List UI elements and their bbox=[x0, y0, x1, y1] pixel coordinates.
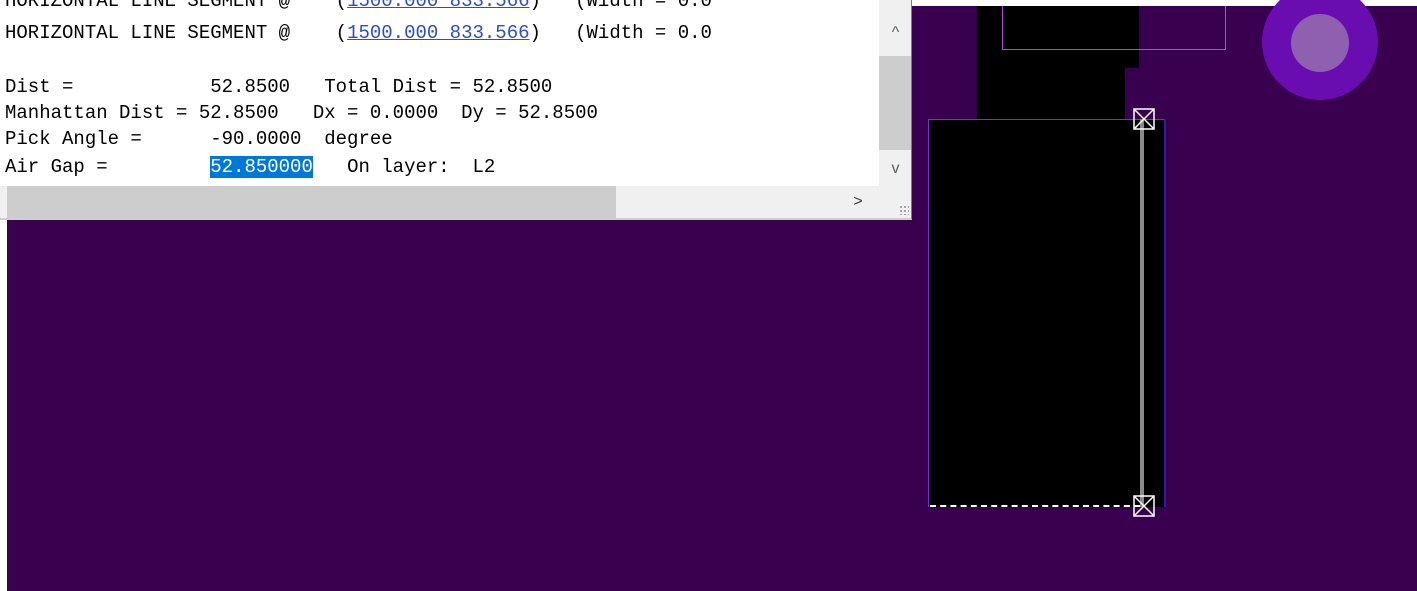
measure-dashed-line bbox=[930, 505, 1140, 507]
copper-pour-step-lower bbox=[1115, 68, 1125, 119]
coordinate-link[interactable]: 1500.000 833.566 bbox=[347, 0, 529, 12]
measure-end-marker-icon[interactable] bbox=[1133, 495, 1155, 517]
output-line-air-gap: Air Gap = 52.850000 On layer: L2 bbox=[5, 156, 496, 178]
selected-air-gap-value[interactable]: 52.850000 bbox=[210, 156, 313, 178]
output-line-pick-angle: Pick Angle = -90.0000 degree bbox=[5, 128, 393, 150]
shape-edge bbox=[1164, 119, 1166, 507]
scroll-up-icon[interactable]: ^ bbox=[879, 22, 911, 44]
scroll-down-icon[interactable]: v bbox=[879, 158, 911, 180]
vertical-scroll-thumb[interactable] bbox=[879, 56, 911, 150]
horizontal-scroll-thumb[interactable] bbox=[7, 186, 616, 218]
output-line-partial: HORIZONTAL LINE SEGMENT @ (1500.000 833.… bbox=[5, 0, 712, 13]
output-line-manhattan: Manhattan Dist = 52.8500 Dx = 0.0000 Dy … bbox=[5, 102, 598, 124]
output-line-dist: Dist = 52.8500 Total Dist = 52.8500 bbox=[5, 76, 553, 98]
command-output-text[interactable]: HORIZONTAL LINE SEGMENT @ (1500.000 833.… bbox=[0, 0, 878, 186]
output-line-segment: HORIZONTAL LINE SEGMENT @ (1500.000 833.… bbox=[5, 22, 712, 44]
resize-grip-icon bbox=[899, 205, 909, 215]
vertical-scrollbar[interactable]: ^ v bbox=[879, 0, 911, 186]
copper-pour-shape[interactable] bbox=[928, 119, 1166, 507]
horizontal-scrollbar[interactable]: > bbox=[0, 186, 879, 218]
via-drill bbox=[1291, 14, 1349, 72]
measure-start-marker-icon[interactable] bbox=[1133, 108, 1155, 130]
scroll-right-icon[interactable]: > bbox=[843, 186, 873, 218]
coordinate-link[interactable]: 1500.000 833.566 bbox=[347, 22, 529, 44]
component-outline[interactable] bbox=[1002, 6, 1226, 50]
command-output-window[interactable]: HORIZONTAL LINE SEGMENT @ (1500.000 833.… bbox=[0, 0, 912, 220]
trace-segment[interactable] bbox=[1140, 119, 1144, 507]
resize-grip[interactable] bbox=[879, 186, 911, 218]
